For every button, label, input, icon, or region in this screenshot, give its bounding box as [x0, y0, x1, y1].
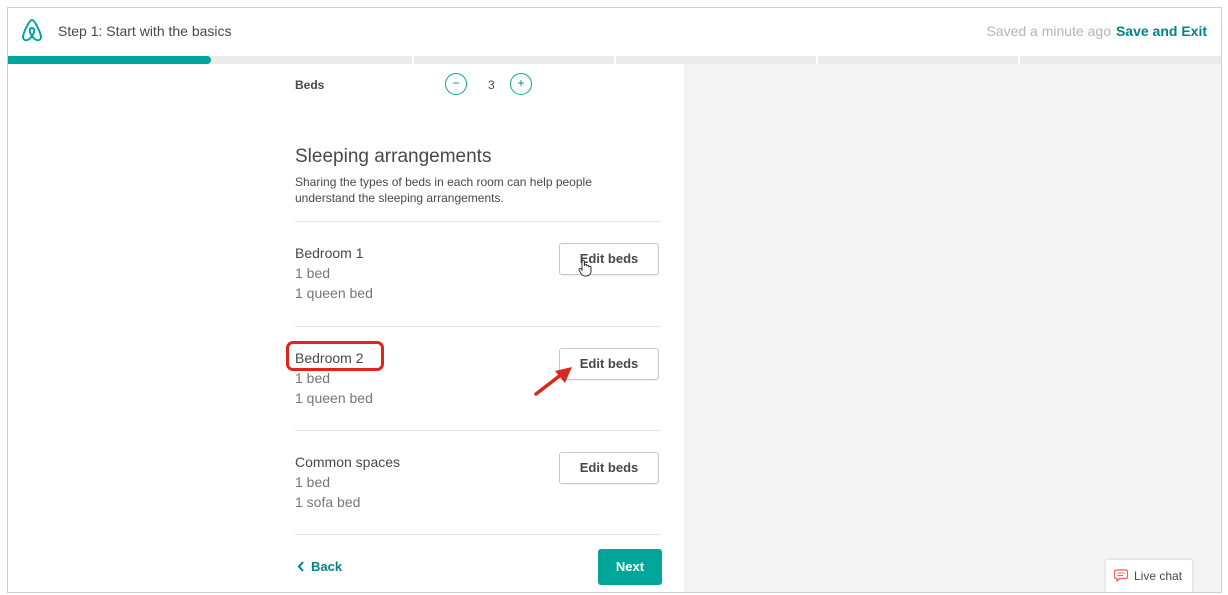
sleeping-arrangements-title: Sleeping arrangements [295, 146, 492, 167]
chevron-left-icon [297, 561, 304, 572]
edit-beds-button[interactable]: Edit beds [559, 452, 659, 484]
room-name: Common spaces [295, 454, 401, 470]
live-chat-label: Live chat [1134, 569, 1183, 583]
progress-segment-divider [816, 56, 818, 64]
room-bed-count: 1 bed [295, 370, 331, 386]
section-divider [295, 534, 661, 535]
live-chat-button[interactable]: Live chat [1105, 559, 1193, 592]
beds-count-value: 3 [488, 78, 495, 92]
room-bedroom-1: Bedroom 1 1 bed 1 queen bed Edit beds [295, 243, 661, 325]
room-bed-type: 1 queen bed [295, 390, 373, 406]
beds-row: Beds − 3 + [295, 70, 661, 100]
progress-segment-divider [614, 56, 616, 64]
hand-cursor-icon [578, 259, 592, 277]
back-label: Back [311, 559, 343, 574]
room-bed-count: 1 bed [295, 265, 331, 281]
progress-segment-divider [1018, 56, 1020, 64]
next-button[interactable]: Next [598, 549, 662, 585]
progress-bar-fill [8, 56, 211, 64]
back-button[interactable]: Back [297, 559, 342, 574]
progress-segment-divider [412, 56, 414, 64]
airbnb-logo-icon[interactable] [20, 18, 44, 44]
app-window: Step 1: Start with the basics Saved a mi… [7, 7, 1222, 593]
section-divider [295, 221, 661, 222]
section-divider [295, 326, 661, 327]
room-common-spaces: Common spaces 1 bed 1 sofa bed Edit beds [295, 452, 661, 534]
room-bed-count: 1 bed [295, 474, 331, 490]
room-bed-type: 1 sofa bed [295, 494, 361, 510]
beds-label: Beds [295, 78, 325, 92]
save-and-exit-link[interactable]: Save and Exit [1116, 23, 1207, 39]
sleeping-arrangements-description: Sharing the types of beds in each room c… [295, 175, 592, 205]
top-bar: Step 1: Start with the basics Saved a mi… [8, 8, 1221, 56]
annotation-arrow-icon [534, 367, 572, 396]
preview-panel [684, 64, 1221, 592]
room-bedroom-2: Bedroom 2 1 bed 1 queen bed Edit beds [286, 341, 661, 430]
section-divider [295, 430, 661, 431]
edit-beds-button[interactable]: Edit beds [559, 243, 659, 275]
beds-decrement-button[interactable]: − [445, 73, 467, 95]
room-name: Bedroom 1 [295, 245, 364, 261]
room-name: Bedroom 2 [295, 350, 364, 366]
step-title: Step 1: Start with the basics [58, 23, 232, 39]
saved-status: Saved a minute ago [986, 23, 1111, 39]
room-bed-type: 1 queen bed [295, 285, 373, 301]
beds-increment-button[interactable]: + [510, 73, 532, 95]
chat-bubble-icon [1114, 569, 1128, 582]
